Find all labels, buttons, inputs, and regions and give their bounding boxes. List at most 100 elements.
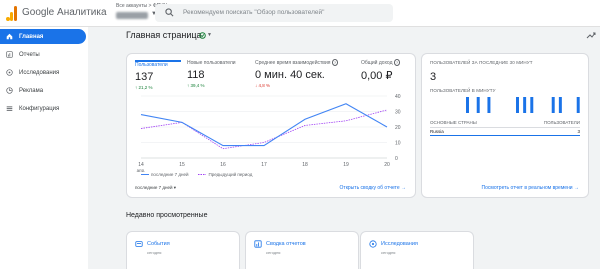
sidebar-item-home[interactable]: Главная	[0, 29, 86, 44]
app-title: Google Аналитика	[22, 7, 107, 18]
search-placeholder: Рекомендуем поискать "Обзор пользователе…	[183, 9, 325, 16]
metric-users[interactable]: Пользователи 137 ↑ 21,2 %	[135, 60, 181, 90]
legend-swatch-solid	[141, 174, 149, 175]
x-tick-label: 20	[384, 162, 390, 168]
users-cell: 3	[577, 129, 580, 134]
metric-delta: ↓ 4,8 %	[255, 83, 271, 88]
sidebar-item-advertising[interactable]: Реклама	[0, 83, 86, 98]
analytics-logo-icon[interactable]	[6, 5, 18, 21]
per-minute-bar	[466, 97, 469, 113]
x-tick-label: 18	[302, 162, 308, 168]
per-minute-bar	[551, 97, 555, 113]
open-report-link[interactable]: Открыть сводку об отчете →	[340, 185, 406, 191]
x-tick-label: 17	[261, 162, 267, 168]
y-tick-label: 20	[395, 125, 401, 131]
recent-card-explore[interactable]: Исследования сегодня	[360, 231, 474, 269]
recent-card-label: Исследования	[381, 241, 418, 247]
legend-item-previous: Предыдущий период	[198, 172, 252, 177]
per-minute-bar	[530, 97, 534, 113]
realtime-header: ПОЛЬЗОВАТЕЛЕЙ ЗА ПОСЛЕДНИЕ 30 МИНУТ	[430, 60, 533, 65]
recent-card-events[interactable]: События сегодня	[126, 231, 240, 269]
per-minute-bar	[523, 97, 527, 113]
metric-engagement-time[interactable]: Среднее время взаимодействия ? 0 мин. 40…	[255, 59, 355, 88]
table-row[interactable]: Russia 3	[430, 129, 580, 136]
top-bar: Google Аналитика Все аккаунты > ФПИУ ▼ Р…	[0, 0, 600, 27]
advertising-icon	[6, 87, 13, 94]
recent-card-label: События	[147, 241, 170, 247]
home-icon	[6, 33, 13, 40]
account-name-redacted	[116, 12, 148, 19]
realtime-report-link[interactable]: Посмотреть отчет в реальном времени →	[482, 185, 579, 191]
per-minute-bar	[576, 97, 580, 113]
legend-swatch-dashed	[198, 174, 207, 175]
sidebar-item-reports[interactable]: Отчеты	[0, 47, 86, 62]
recent-section-title: Недавно просмотренные	[126, 212, 208, 219]
chevron-down-icon: ▼	[207, 32, 212, 38]
search-input[interactable]: Рекомендуем поискать "Обзор пользователе…	[155, 4, 393, 22]
metric-total-revenue[interactable]: Общий доход ? 0,00 ₽	[361, 59, 411, 82]
metric-label: Среднее время взаимодействия	[255, 60, 331, 66]
sidebar-item-label: Главная	[19, 33, 44, 40]
metric-value: 0,00 ₽	[361, 70, 393, 82]
series-line-current	[140, 103, 388, 147]
metric-value: 137	[135, 71, 154, 83]
column-header-users: ПОЛЬЗОВАТЕЛИ	[543, 120, 580, 125]
metric-label: Общий доход	[361, 60, 393, 66]
y-tick-label: 10	[395, 141, 401, 147]
per-minute-bar	[516, 97, 519, 113]
recent-card-date: сегодня	[147, 250, 162, 255]
overview-card: Пользователи 137 ↑ 21,2 % Новые пользова…	[126, 53, 416, 198]
sidebar-item-label: Конфигурация	[19, 105, 60, 112]
x-tick-label: 19	[343, 162, 349, 168]
help-icon[interactable]: ?	[393, 59, 401, 66]
recent-card-report-summary[interactable]: Сводка отчетов сегодня	[245, 231, 359, 269]
reports-icon	[6, 51, 13, 58]
configure-icon	[6, 106, 13, 111]
country-cell: Russia	[430, 129, 444, 134]
realtime-card: ПОЛЬЗОВАТЕЛЕЙ ЗА ПОСЛЕДНИЕ 30 МИНУТ 3 ПО…	[421, 53, 589, 198]
recent-card-date: сегодня	[266, 250, 281, 255]
metric-delta: ↑ 39,4 %	[187, 83, 205, 88]
legend-label: Предыдущий период	[208, 172, 253, 177]
recent-card-label: Сводка отчетов	[266, 241, 306, 247]
chart-legend: последние 7 дней Предыдущий период	[141, 172, 252, 177]
help-icon[interactable]: ?	[331, 59, 339, 66]
metric-delta: ↑ 21,2 %	[135, 85, 153, 90]
status-dropdown[interactable]: ▼	[199, 31, 215, 39]
sidebar-item-explore[interactable]: Исследования	[0, 65, 86, 80]
search-icon	[165, 8, 174, 17]
per-minute-label: ПОЛЬЗОВАТЕЛЕЙ В МИНУТУ	[430, 88, 496, 93]
page-title: Главная страница	[126, 30, 202, 40]
events-icon	[135, 241, 143, 247]
users-line-chart: 01020304014 15 16 17 18 19 20апр.	[137, 94, 401, 172]
y-tick-label: 0	[395, 156, 398, 162]
legend-label: последние 7 дней	[151, 172, 189, 177]
metric-label: Пользователи	[135, 62, 168, 68]
column-header-country: ОСНОВНЫЕ СТРАНЫ	[430, 120, 477, 125]
per-minute-bar-chart	[466, 97, 580, 113]
sidebar-item-configure[interactable]: Конфигурация	[0, 101, 86, 116]
per-minute-bar	[558, 97, 562, 113]
series-line-previous	[140, 109, 388, 150]
insights-trend-icon[interactable]	[586, 30, 596, 40]
sidebar: Главная Отчеты Исследования Реклама Конф…	[0, 27, 88, 269]
check-circle-icon	[199, 31, 206, 39]
recent-card-date: сегодня	[381, 250, 396, 255]
metric-value: 118	[187, 69, 205, 81]
row-share-bar	[430, 135, 580, 136]
legend-item-current: последние 7 дней	[141, 172, 188, 177]
report-summary-icon	[254, 240, 262, 248]
sidebar-item-label: Отчеты	[19, 51, 40, 58]
metric-value: 0 мин. 40 сек.	[255, 69, 325, 81]
x-tick-label: 15	[179, 162, 185, 168]
realtime-users-value: 3	[430, 71, 437, 83]
explore-icon	[369, 240, 377, 248]
x-tick-label: 16	[220, 162, 226, 168]
metric-new-users[interactable]: Новые пользователи 118 ↑ 39,4 %	[187, 60, 247, 88]
sidebar-item-label: Исследования	[19, 69, 60, 76]
sidebar-item-label: Реклама	[19, 87, 44, 94]
y-tick-label: 40	[395, 94, 401, 100]
per-minute-bar	[487, 97, 491, 113]
date-range-selector[interactable]: последние 7 дней ▾	[135, 185, 176, 191]
y-tick-label: 30	[395, 110, 401, 116]
